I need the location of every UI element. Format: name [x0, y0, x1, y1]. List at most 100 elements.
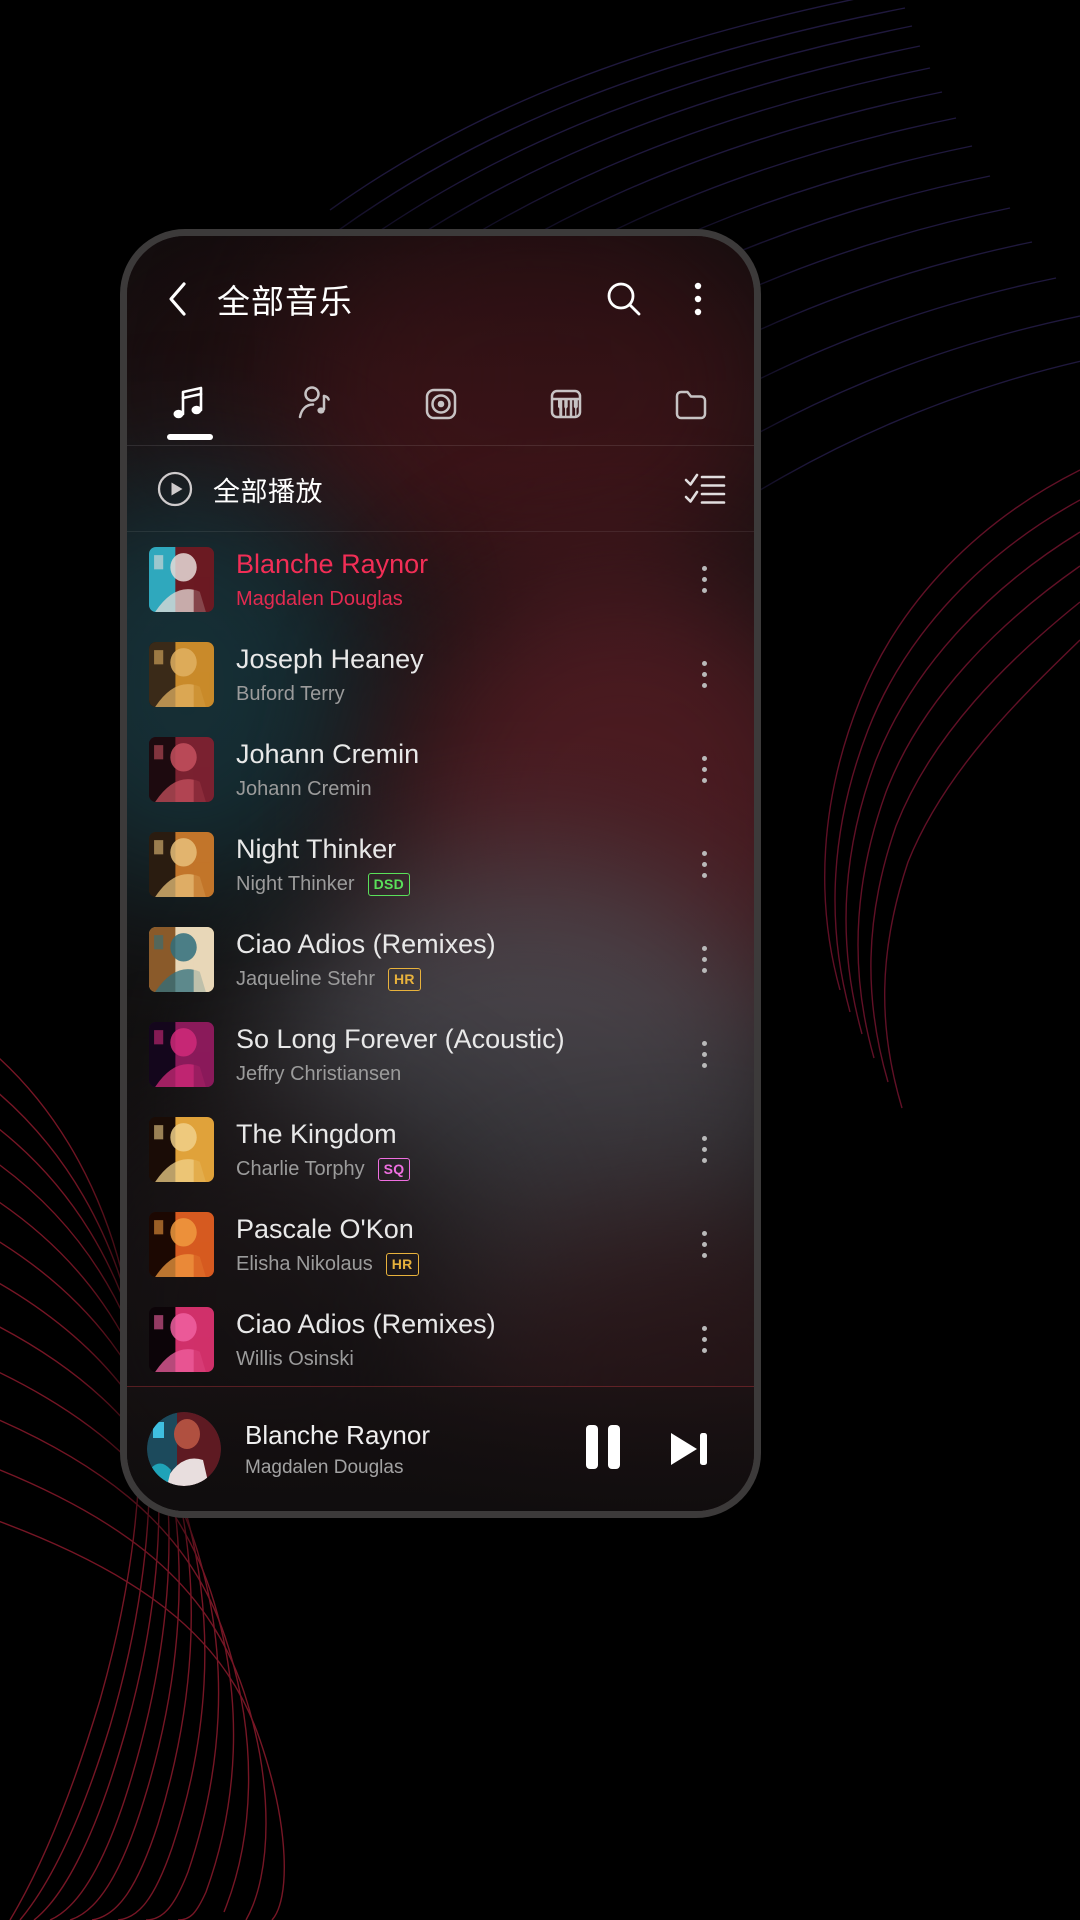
now-playing-bar[interactable]: Blanche Raynor Magdalen Douglas: [127, 1387, 754, 1511]
multiselect-button[interactable]: [684, 471, 726, 507]
song-overflow-button[interactable]: [682, 1118, 726, 1182]
phone-frame: 全部音乐 全部播放 Blanche Raynor Magdalen Dougla…: [127, 236, 754, 1511]
song-cover: [149, 832, 214, 897]
table-row[interactable]: So Long Forever (Acoustic) Jeffry Christ…: [127, 1007, 754, 1102]
album-art-thumbnail: [147, 1412, 221, 1486]
album-art-thumbnail: [149, 1212, 214, 1277]
table-row[interactable]: Blanche Raynor Magdalen Douglas: [127, 532, 754, 627]
tab-active-indicator: [166, 434, 213, 440]
more-vertical-icon: [701, 566, 707, 571]
quality-badge: HR: [385, 1252, 419, 1276]
album-art-thumbnail: [149, 927, 214, 992]
table-row[interactable]: Ciao Adios (Remixes) Willis Osinski: [127, 1292, 754, 1387]
tab-albums[interactable]: [378, 362, 503, 446]
play-all-button[interactable]: 全部播放: [155, 469, 323, 509]
song-artist: Charlie Torphy: [236, 1157, 365, 1180]
more-vertical-icon: [701, 1041, 707, 1046]
category-tabs: [127, 362, 754, 446]
more-vertical-icon: [701, 851, 707, 856]
song-list[interactable]: Blanche Raynor Magdalen Douglas Joseph H…: [127, 532, 754, 1387]
song-overflow-button[interactable]: [682, 548, 726, 612]
song-cover: [149, 547, 214, 612]
song-overflow-button[interactable]: [682, 1213, 726, 1277]
app-screen: 全部音乐 全部播放 Blanche Raynor Magdalen Dougla…: [127, 236, 754, 1511]
song-artist: Jaqueline Stehr: [236, 967, 375, 990]
table-row[interactable]: Pascale O'Kon Elisha Nikolaus HR: [127, 1197, 754, 1292]
song-cover: [149, 1022, 214, 1087]
more-vertical-icon: [701, 661, 707, 666]
album-art-thumbnail: [149, 832, 214, 897]
song-meta: So Long Forever (Acoustic) Jeffry Christ…: [236, 1023, 672, 1085]
chevron-left-icon[interactable]: [157, 278, 199, 320]
table-row[interactable]: Joseph Heaney Buford Terry: [127, 627, 754, 722]
song-overflow-button[interactable]: [682, 833, 726, 897]
song-artist: Magdalen Douglas: [236, 587, 403, 610]
song-cover: [149, 1117, 214, 1182]
pause-button[interactable]: [572, 1418, 634, 1480]
song-artist: Buford Terry: [236, 682, 345, 705]
more-vertical-icon[interactable]: [672, 273, 724, 325]
now-playing-artist: Magdalen Douglas: [245, 1456, 404, 1478]
folder-icon: [676, 390, 707, 420]
song-subline: Night Thinker DSD: [236, 872, 672, 896]
now-playing-cover[interactable]: [147, 1412, 221, 1486]
song-title: Blanche Raynor: [236, 549, 429, 580]
song-overflow-button[interactable]: [682, 928, 726, 992]
tab-songs[interactable]: [127, 362, 252, 446]
song-subline: Jaqueline Stehr HR: [236, 967, 672, 991]
table-row[interactable]: Johann Cremin Johann Cremin: [127, 722, 754, 817]
play-all-bar: 全部播放: [127, 447, 754, 531]
song-artist: Johann Cremin: [236, 777, 372, 800]
song-title: Joseph Heaney: [236, 644, 424, 675]
song-overflow-button[interactable]: [682, 643, 726, 707]
song-cover: [149, 737, 214, 802]
tab-artists[interactable]: [252, 362, 377, 446]
song-meta: Pascale O'Kon Elisha Nikolaus HR: [236, 1213, 672, 1276]
tab-folders[interactable]: [629, 362, 754, 446]
app-header: 全部音乐: [127, 236, 754, 362]
song-subline: Charlie Torphy SQ: [236, 1157, 672, 1181]
play-all-divider: [127, 531, 754, 532]
song-artist: Elisha Nikolaus: [236, 1252, 373, 1275]
song-meta: The Kingdom Charlie Torphy SQ: [236, 1118, 672, 1181]
song-meta: Ciao Adios (Remixes) Willis Osinski: [236, 1308, 672, 1370]
song-title: Ciao Adios (Remixes): [236, 929, 496, 960]
table-row[interactable]: The Kingdom Charlie Torphy SQ: [127, 1102, 754, 1197]
search-icon[interactable]: [598, 273, 650, 325]
skip-next-icon: [671, 1433, 707, 1465]
album-art-thumbnail: [149, 547, 214, 612]
play-all-label: 全部播放: [213, 476, 323, 507]
more-vertical-icon: [701, 1231, 707, 1236]
song-meta: Ciao Adios (Remixes) Jaqueline Stehr HR: [236, 928, 672, 991]
song-title: Pascale O'Kon: [236, 1214, 414, 1245]
song-overflow-button[interactable]: [682, 1023, 726, 1087]
tab-genres[interactable]: [503, 362, 628, 446]
album-art-thumbnail: [149, 642, 214, 707]
page-title: 全部音乐: [217, 283, 353, 320]
more-vertical-icon: [701, 1136, 707, 1141]
song-artist: Willis Osinski: [236, 1347, 354, 1370]
song-overflow-button[interactable]: [682, 738, 726, 802]
song-overflow-button[interactable]: [682, 1308, 726, 1372]
song-cover: [149, 927, 214, 992]
song-subline: Johann Cremin: [236, 778, 672, 801]
song-meta: Night Thinker Night Thinker DSD: [236, 833, 672, 896]
song-title: So Long Forever (Acoustic): [236, 1024, 565, 1055]
checklist-icon: [684, 473, 726, 504]
album-art-thumbnail: [149, 1307, 214, 1372]
song-cover: [149, 1212, 214, 1277]
more-vertical-icon: [701, 1326, 707, 1331]
next-button[interactable]: [658, 1418, 720, 1480]
song-subline: Elisha Nikolaus HR: [236, 1252, 672, 1276]
song-cover: [149, 1307, 214, 1372]
tabs-divider: [127, 445, 754, 446]
song-subline: Jeffry Christiansen: [236, 1063, 672, 1086]
song-title: Johann Cremin: [236, 739, 420, 770]
song-meta: Blanche Raynor Magdalen Douglas: [236, 548, 672, 610]
album-disc-icon: [425, 388, 456, 420]
table-row[interactable]: Night Thinker Night Thinker DSD: [127, 817, 754, 912]
table-row[interactable]: Ciao Adios (Remixes) Jaqueline Stehr HR: [127, 912, 754, 1007]
song-title: The Kingdom: [236, 1119, 397, 1150]
now-playing-title: Blanche Raynor: [245, 1419, 430, 1450]
song-subline: Willis Osinski: [236, 1348, 672, 1371]
